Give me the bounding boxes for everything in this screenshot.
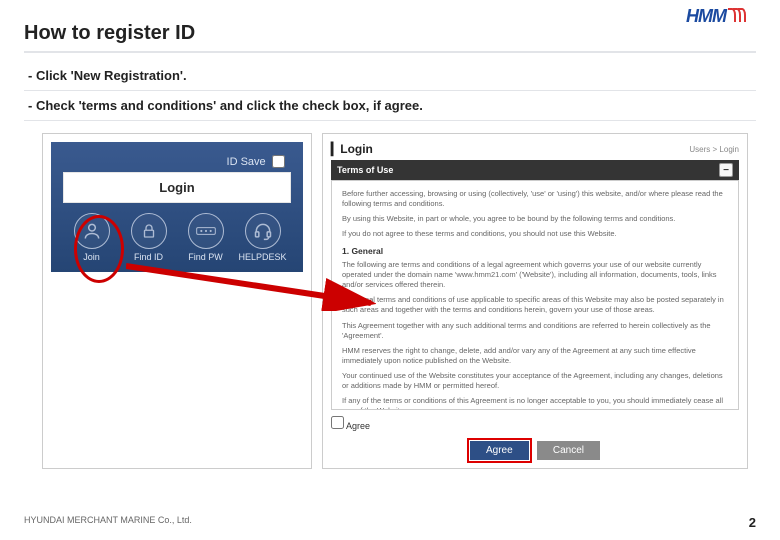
id-save-checkbox[interactable] — [272, 155, 285, 168]
page-number: 2 — [749, 515, 756, 530]
terms-text: Before further accessing, browsing or us… — [331, 180, 739, 410]
helpdesk-button[interactable]: HELPDESK — [234, 213, 291, 262]
cancel-button[interactable]: Cancel — [537, 441, 600, 460]
agree-button[interactable]: Agree — [470, 441, 529, 460]
footer-company: HYUNDAI MERCHANT MARINE Co., Ltd. — [24, 515, 192, 530]
lock-icon — [131, 213, 167, 249]
page-title: How to register ID — [24, 22, 756, 45]
find-pw-button[interactable]: Find PW — [177, 213, 234, 262]
join-button[interactable]: Join — [63, 213, 120, 262]
breadcrumb: Users > Login — [689, 145, 739, 154]
terms-header: Terms of Use — [337, 165, 393, 175]
agree-label: Agree — [346, 421, 370, 431]
login-panel-screenshot: ID Save Login Join Find — [42, 133, 312, 469]
terms-screenshot: ▎Login Users > Login Terms of Use − Befo… — [322, 133, 748, 469]
brand-logo: HMM — [686, 6, 750, 27]
find-id-button[interactable]: Find ID — [120, 213, 177, 262]
collapse-icon[interactable]: − — [719, 163, 733, 177]
agree-checkbox[interactable] — [331, 416, 344, 429]
step-1: - Click 'New Registration'. — [24, 61, 756, 90]
dots-icon — [188, 213, 224, 249]
id-save-label: ID Save — [227, 156, 266, 168]
headset-icon — [245, 213, 281, 249]
login-button[interactable]: Login — [63, 172, 291, 203]
person-icon — [74, 213, 110, 249]
login-heading: ▎Login — [331, 142, 373, 156]
step-2: - Check 'terms and conditions' and click… — [24, 91, 756, 120]
